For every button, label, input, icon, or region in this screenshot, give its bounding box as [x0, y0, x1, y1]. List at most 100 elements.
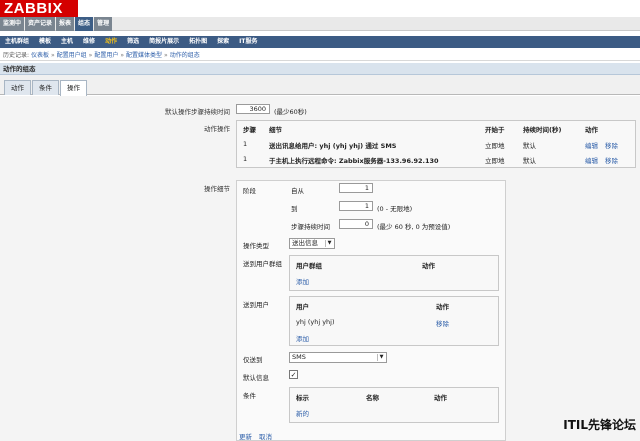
breadcrumb: 历史记录: 仪表板» 配置用户组» 配置用户» 配置媒体类型» 动作的组态: [0, 50, 640, 61]
breadcrumb-action-config[interactable]: 动作的组态: [170, 52, 200, 59]
default-msg-checkbox[interactable]: ✓: [289, 370, 298, 379]
op-row-step: 1: [243, 155, 248, 163]
send-users-box: 用户 动作 yhj (yhj yhj) 移除 添加: [289, 296, 499, 346]
watermark: ITIL先锋论坛: [563, 418, 636, 432]
op-header-action: 动作: [585, 126, 598, 134]
sub-item-maintenance[interactable]: 维修: [78, 36, 100, 48]
form-area: 默认操作步骤持续时间 3600 (最少60秒) 动作操作 步骤 细节 开始于 持…: [0, 96, 640, 441]
breadcrumb-sep: »: [164, 52, 168, 59]
op-row-detail: 送出讯息给用户: yhj (yhj yhj) 通过 SMS: [269, 142, 397, 150]
top-tab-reports[interactable]: 报表: [56, 17, 75, 31]
default-duration-label: 默认操作步骤持续时间: [165, 108, 230, 116]
conditions-label: 条件: [243, 392, 256, 400]
from-input[interactable]: 1: [339, 183, 373, 193]
op-row-start: 立即地: [485, 157, 505, 165]
update-link[interactable]: 更新: [239, 431, 252, 441]
sub-item-filters[interactable]: 筛选: [122, 36, 144, 48]
breadcrumb-users[interactable]: 配置用户: [94, 52, 118, 59]
breadcrumb-dashboard[interactable]: 仪表板: [31, 52, 49, 59]
groups-header-action: 动作: [422, 262, 435, 270]
default-msg-label: 默认信息: [243, 374, 269, 382]
op-row-remove-link[interactable]: 移除: [605, 140, 618, 150]
operations-label: 动作操作: [204, 125, 230, 133]
op-row-step: 1: [243, 140, 248, 148]
groups-header-group: 用户群组: [296, 262, 322, 270]
breadcrumb-sep: »: [50, 52, 55, 59]
operations-table: 步骤 细节 开始于 持续时间(秒) 动作 1 送出讯息给用户: yhj (yhj…: [236, 120, 636, 168]
op-row-duration: 默认: [523, 142, 536, 150]
sub-item-actions[interactable]: 动作: [100, 36, 122, 48]
op-details-panel: 阶段 自从 1 到 1 (0 - 无限地) 步骤持续时间 0 (最少 60 秒,…: [236, 180, 506, 441]
conditions-box: 标示 名称 动作 新的: [289, 387, 499, 423]
chevron-down-icon: ▼: [377, 354, 385, 361]
page-title: 动作的组态: [0, 63, 640, 75]
only-send-label: 仅送到: [243, 356, 263, 364]
zabbix-logo[interactable]: ZABBIX: [0, 0, 78, 17]
send-users-label: 送到用户: [243, 301, 269, 309]
breadcrumb-user-groups[interactable]: 配置用户组: [57, 52, 87, 59]
sub-item-discovery[interactable]: 探索: [212, 36, 234, 48]
op-header-detail: 细节: [269, 126, 282, 134]
users-header-user: 用户: [296, 303, 309, 311]
chevron-down-icon: ▼: [325, 240, 333, 247]
tab-conditions[interactable]: 条件: [32, 80, 59, 95]
op-row-duration: 默认: [523, 157, 536, 165]
only-send-value: SMS: [292, 353, 306, 361]
op-row-detail: 于主机上执行远程命令: Zabbix服务器-133.96.92.130: [269, 157, 439, 165]
sub-item-host-groups[interactable]: 主机群组: [0, 36, 34, 48]
tab-operations[interactable]: 操作: [60, 80, 87, 96]
step-duration-hint: (最少 60 秒, 0 为预设值): [377, 223, 451, 231]
top-menu: 监测中 资产记录 报表 组态 管理: [0, 17, 640, 31]
breadcrumb-sep: »: [120, 52, 125, 59]
top-tab-configuration[interactable]: 组态: [75, 17, 94, 31]
tab-strip: 动作 条件 操作: [0, 75, 640, 96]
op-type-value: 送出信息: [292, 239, 318, 247]
top-tab-monitoring[interactable]: 监测中: [0, 17, 25, 31]
op-row-edit-link[interactable]: 编辑: [585, 140, 598, 150]
stage-label: 阶段: [243, 187, 256, 195]
op-row-remove-link[interactable]: 移除: [605, 155, 618, 165]
step-duration-label: 步骤持续时间: [291, 223, 330, 231]
op-row-start: 立即地: [485, 142, 505, 150]
logo-bar: ZABBIX: [0, 0, 640, 17]
top-tab-administration[interactable]: 管理: [94, 17, 113, 31]
conditions-header-name: 名称: [366, 394, 379, 402]
step-duration-input[interactable]: 0: [339, 219, 373, 229]
op-header-duration: 持续时间(秒): [523, 126, 562, 134]
sub-item-maps[interactable]: 拓扑图: [184, 36, 212, 48]
users-row-name: yhj (yhj yhj): [296, 318, 335, 326]
groups-add-link[interactable]: 添加: [296, 276, 309, 286]
breadcrumb-sep: »: [88, 52, 93, 59]
default-duration-hint: (最少60秒): [274, 108, 307, 116]
op-details-label: 操作细节: [204, 185, 230, 193]
send-groups-label: 送到用户群组: [243, 260, 282, 268]
top-tab-inventory[interactable]: 资产记录: [25, 17, 56, 31]
to-input[interactable]: 1: [339, 201, 373, 211]
users-header-action: 动作: [436, 303, 449, 311]
from-label: 自从: [291, 187, 304, 195]
op-type-label: 操作类型: [243, 242, 269, 250]
users-row-remove-link[interactable]: 移除: [436, 318, 449, 328]
cancel-link[interactable]: 取消: [259, 431, 272, 441]
op-type-select[interactable]: 送出信息 ▼: [289, 238, 335, 249]
to-label: 到: [291, 205, 298, 213]
op-row-edit-link[interactable]: 编辑: [585, 155, 598, 165]
tab-action[interactable]: 动作: [4, 80, 31, 95]
sub-item-it-services[interactable]: IT服务: [234, 36, 262, 48]
conditions-new-link[interactable]: 新的: [296, 408, 309, 418]
only-send-select[interactable]: SMS ▼: [289, 352, 387, 363]
breadcrumb-prefix: 历史记录:: [3, 52, 30, 59]
sub-menu: 主机群组 模板 主机 维修 动作 筛选 简报片展示 拓扑图 探索 IT服务: [0, 36, 640, 48]
default-duration-input[interactable]: 3600: [236, 104, 270, 114]
users-add-link[interactable]: 添加: [296, 333, 309, 343]
breadcrumb-media-types[interactable]: 配置媒体类型: [126, 52, 162, 59]
sub-item-slides[interactable]: 简报片展示: [144, 36, 184, 48]
conditions-header-label: 标示: [296, 394, 309, 402]
conditions-header-action: 动作: [434, 394, 447, 402]
to-hint: (0 - 无限地): [377, 205, 413, 213]
op-header-start: 开始于: [485, 126, 505, 134]
send-groups-box: 用户群组 动作 添加: [289, 255, 499, 291]
sub-item-templates[interactable]: 模板: [34, 36, 56, 48]
op-header-step: 步骤: [243, 126, 256, 134]
sub-item-hosts[interactable]: 主机: [56, 36, 78, 48]
